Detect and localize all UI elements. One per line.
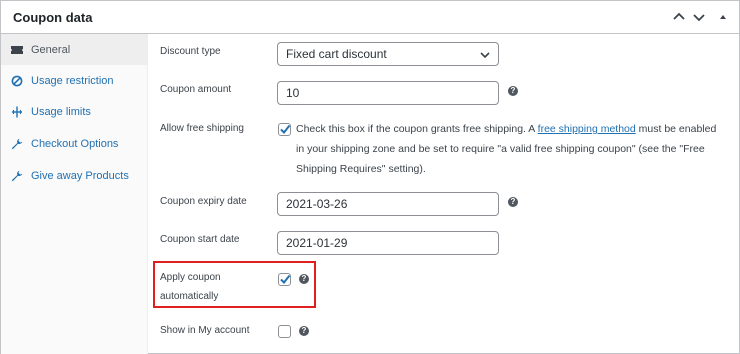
free-shipping-label: Allow free shipping (160, 123, 244, 134)
coupon-amount-value: 10 (286, 86, 300, 100)
start-date-value: 2021-01-29 (286, 236, 348, 250)
apply-auto-checkbox[interactable] (278, 273, 291, 286)
tab-label: Usage restriction (31, 74, 114, 87)
chevron-down-icon (480, 52, 490, 59)
show-in-account-checkbox[interactable] (278, 325, 291, 338)
free-shipping-description: Check this box if the coupon grants free… (296, 119, 726, 179)
help-icon[interactable]: ? (508, 197, 518, 207)
expiry-date-value: 2021-03-26 (286, 197, 348, 211)
apply-auto-label-line2: automatically (160, 291, 219, 302)
start-date-label: Coupon start date (160, 234, 240, 245)
wrench-icon (11, 170, 23, 182)
help-icon[interactable]: ? (299, 274, 309, 284)
expiry-date-input[interactable]: 2021-03-26 (277, 192, 499, 216)
expiry-date-label: Coupon expiry date (160, 196, 247, 207)
tab-label: Give away Products (31, 169, 129, 182)
free-shipping-method-link[interactable]: free shipping method (538, 123, 636, 135)
tab-general[interactable]: General (1, 34, 148, 65)
tab-label: Usage limits (31, 105, 91, 118)
tab-give-away-products[interactable]: Give away Products (1, 160, 148, 191)
move-up-icon[interactable] (669, 7, 689, 27)
check-icon (280, 274, 291, 285)
free-shipping-checkbox[interactable] (278, 123, 291, 136)
panel-header: Coupon data (1, 1, 739, 34)
discount-type-value: Fixed cart discount (286, 47, 387, 61)
panel-title: Coupon data (13, 10, 93, 25)
coupon-amount-input[interactable]: 10 (277, 81, 499, 105)
move-down-icon[interactable] (689, 7, 709, 27)
start-date-input[interactable]: 2021-01-29 (277, 231, 499, 255)
collapse-toggle-icon[interactable] (713, 7, 733, 27)
wrench-icon (11, 138, 23, 150)
tab-label: Checkout Options (31, 137, 119, 150)
discount-type-label: Discount type (160, 46, 221, 57)
tab-usage-limits[interactable]: Usage limits (1, 96, 148, 127)
check-icon (280, 124, 291, 135)
apply-auto-label-line1: Apply coupon (160, 272, 221, 283)
coupon-amount-label: Coupon amount (160, 84, 232, 95)
show-in-account-label: Show in My account (160, 325, 250, 336)
coupon-tabs-sidebar: General Usage restriction Usage limits C… (1, 34, 148, 354)
tab-usage-restriction[interactable]: Usage restriction (1, 65, 148, 96)
ticket-icon (11, 44, 23, 56)
restriction-icon (11, 75, 23, 87)
free-shipping-text-before: Check this box if the coupon grants free… (296, 123, 538, 135)
coupon-data-panel: Coupon data General Usage restriction Us… (0, 0, 740, 354)
tab-label: General (31, 43, 71, 56)
limits-icon (11, 106, 23, 118)
help-icon[interactable]: ? (299, 326, 309, 336)
help-icon[interactable]: ? (508, 86, 518, 96)
discount-type-select[interactable]: Fixed cart discount (277, 42, 499, 66)
tab-checkout-options[interactable]: Checkout Options (1, 128, 148, 159)
